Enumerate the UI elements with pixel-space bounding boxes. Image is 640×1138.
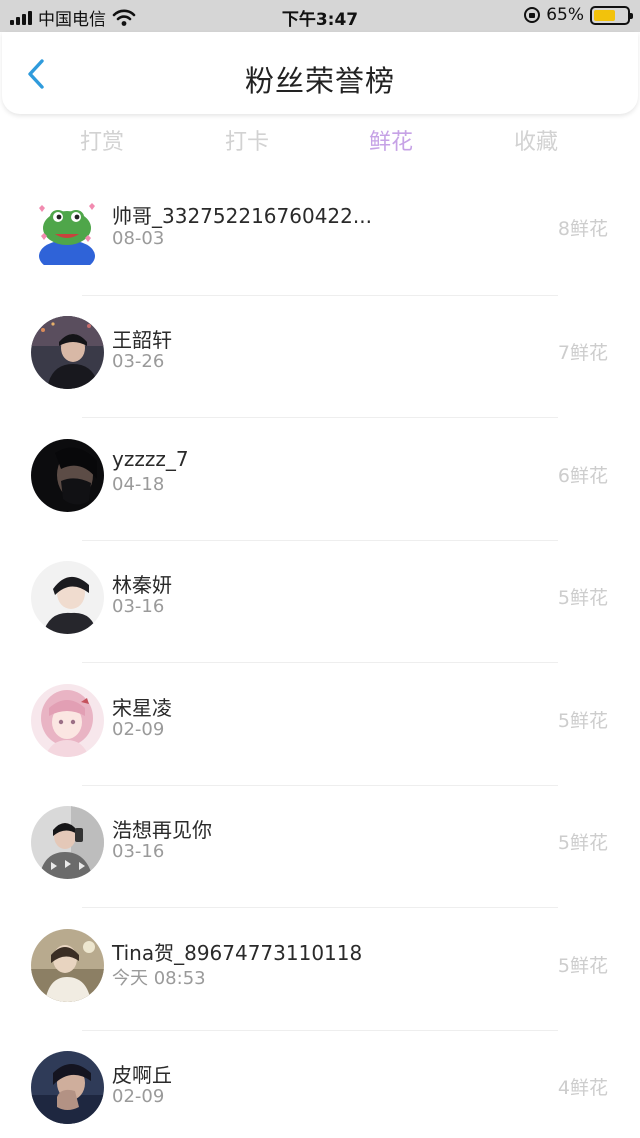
list-item[interactable]: yzzzz_7 04-18 6鲜花: [0, 411, 640, 541]
flower-count: 5鲜花: [557, 832, 608, 854]
photo-avatar: [31, 561, 104, 634]
avatar[interactable]: [31, 192, 104, 265]
flower-count: 5鲜花: [557, 710, 608, 732]
list-item[interactable]: Tina贺_89674773110118 今天 08:53 5鲜花: [0, 901, 640, 1031]
status-right: 65%: [524, 5, 633, 25]
anime-avatar: [31, 684, 104, 757]
photo-avatar: [31, 806, 104, 879]
tab-bar: 打赏 打卡 鲜花 收藏: [0, 124, 640, 164]
photo-avatar: [31, 929, 104, 1002]
fan-date: 04-18: [112, 474, 165, 495]
battery-icon: [590, 5, 633, 25]
fan-name: 浩想再见你: [112, 818, 212, 842]
fan-date: 03-16: [112, 841, 165, 862]
fan-name: yzzzz_7: [112, 447, 189, 471]
status-bar: 中国电信 下午3:47 65%: [0, 0, 640, 32]
flower-count: 5鲜花: [557, 587, 608, 609]
fan-name: 帅哥_332752216760422...: [112, 204, 372, 228]
list-item[interactable]: 宋星凌 02-09 5鲜花: [0, 656, 640, 786]
tab-checkin[interactable]: 打卡: [187, 124, 307, 156]
avatar[interactable]: [31, 561, 104, 634]
tab-flowers[interactable]: 鲜花: [331, 124, 451, 156]
app-header: 粉丝荣誉榜: [2, 32, 638, 114]
flower-count: 6鲜花: [557, 465, 608, 487]
fan-date: 今天 08:53: [112, 968, 206, 989]
avatar[interactable]: [31, 316, 104, 389]
avatar[interactable]: [31, 806, 104, 879]
avatar[interactable]: [31, 1051, 104, 1124]
fan-date: 02-09: [112, 1086, 165, 1107]
flower-count: 4鲜花: [557, 1077, 608, 1099]
fan-date: 03-26: [112, 351, 165, 372]
frog-sticker-avatar: [31, 192, 104, 265]
list-item[interactable]: 帅哥_332752216760422... 08-03 8鲜花: [0, 166, 640, 296]
fan-date: 03-16: [112, 596, 165, 617]
fan-name: 宋星凌: [112, 696, 172, 720]
fan-name: 王韶轩: [112, 328, 172, 352]
tab-reward[interactable]: 打赏: [42, 124, 162, 156]
avatar[interactable]: [31, 929, 104, 1002]
battery-level: [594, 9, 615, 21]
photo-avatar: [31, 1051, 104, 1124]
fan-name: 皮啊丘: [112, 1063, 172, 1087]
rotation-lock-icon: [524, 7, 541, 23]
photo-avatar: [31, 316, 104, 389]
list-item[interactable]: 浩想再见你 03-16 5鲜花: [0, 778, 640, 908]
avatar[interactable]: [31, 684, 104, 757]
list-item[interactable]: 皮啊丘 02-09 4鲜花: [0, 1023, 640, 1138]
flower-count: 8鲜花: [557, 218, 608, 240]
photo-avatar: [31, 439, 104, 512]
fan-date: 08-03: [112, 228, 165, 249]
list-item[interactable]: 林秦妍 03-16 5鲜花: [0, 533, 640, 663]
list-item[interactable]: 王韶轩 03-26 7鲜花: [0, 288, 640, 418]
avatar[interactable]: [31, 439, 104, 512]
page-title: 粉丝荣誉榜: [244, 64, 395, 98]
fan-name: Tina贺_89674773110118: [112, 941, 363, 965]
fan-name: 林秦妍: [112, 573, 172, 597]
tab-favorites[interactable]: 收藏: [476, 124, 596, 156]
battery-percent: 65%: [546, 5, 584, 25]
flower-count: 5鲜花: [557, 955, 608, 977]
fan-date: 02-09: [112, 719, 165, 740]
flower-count: 7鲜花: [557, 342, 608, 364]
